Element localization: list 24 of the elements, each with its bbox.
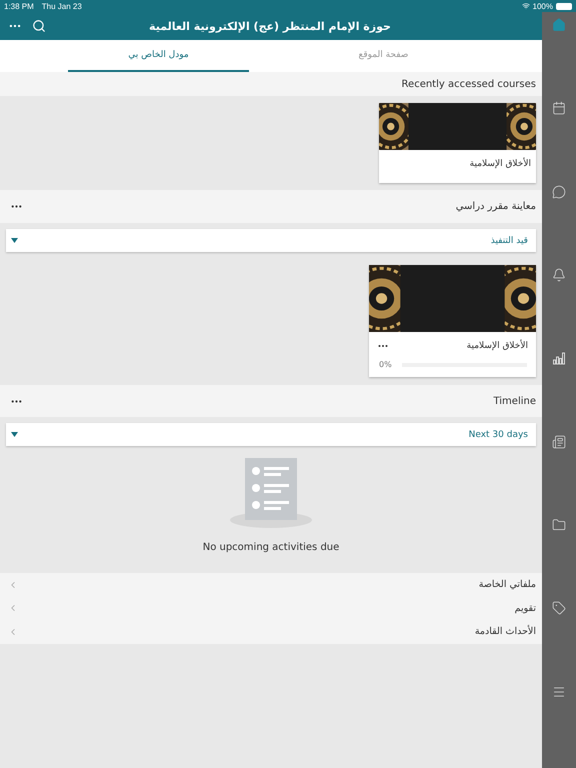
battery-icon bbox=[556, 2, 572, 10]
course-name: الأخلاق الإسلامية bbox=[466, 341, 528, 351]
filter-dropdown[interactable]: Next 30 days bbox=[6, 423, 536, 446]
caret-icon bbox=[11, 238, 18, 243]
empty-message: No upcoming activities due bbox=[202, 542, 340, 553]
search-button[interactable] bbox=[32, 19, 46, 33]
status-date: Thu Jan 23 bbox=[42, 2, 82, 10]
battery-percent: 100% bbox=[532, 2, 553, 10]
section-title: معاينة مقرر دراسي bbox=[456, 201, 536, 212]
caret-icon bbox=[11, 432, 18, 437]
empty-list-icon bbox=[230, 458, 312, 528]
wifi-icon bbox=[522, 2, 530, 10]
menu-link[interactable]: ملفاتي الخاصة bbox=[0, 573, 542, 596]
course-name: الأخلاق الإسلامية bbox=[470, 159, 531, 169]
search-icon bbox=[32, 19, 46, 33]
course-card[interactable]: الأخلاق الإسلامية bbox=[379, 103, 536, 183]
section-title: Timeline bbox=[493, 396, 536, 406]
progress-percent: 0% bbox=[379, 360, 392, 369]
filter-dropdown[interactable]: قيد التنفيذ bbox=[6, 229, 536, 252]
section-title: Recently accessed courses bbox=[402, 78, 536, 90]
status-time: 1:38 PM bbox=[4, 2, 34, 10]
window-title: حوزة الإمام المنتظر (عج) الإلكترونية العالمية bbox=[148, 20, 392, 32]
menu-link[interactable]: تقويم bbox=[0, 596, 542, 620]
menu-link[interactable]: الأحداث القادمة bbox=[0, 620, 542, 644]
